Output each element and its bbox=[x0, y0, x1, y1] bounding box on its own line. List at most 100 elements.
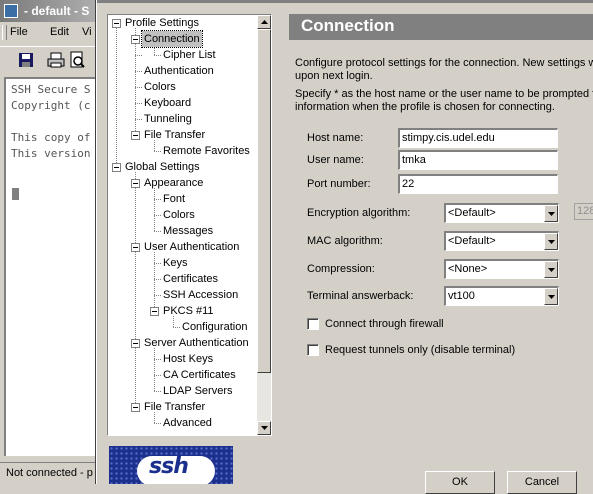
tree-item-configuration[interactable]: Configuration bbox=[180, 319, 249, 335]
save-icon[interactable] bbox=[17, 51, 35, 69]
user-name-input[interactable]: tmka bbox=[398, 150, 558, 170]
checkbox-box[interactable] bbox=[307, 318, 319, 330]
ssh-logo: ssh bbox=[109, 446, 233, 484]
terminal-line: SSH Secure S bbox=[11, 83, 91, 96]
terminal-line: This copy of bbox=[11, 131, 91, 144]
tree-item-ldap-servers[interactable]: LDAP Servers bbox=[161, 383, 235, 399]
terminal-answerback-select[interactable]: vt100 bbox=[444, 286, 559, 306]
status-text: Not connected - p bbox=[6, 467, 93, 479]
tree-collapse-toggle[interactable] bbox=[131, 35, 140, 44]
dropdown-button[interactable] bbox=[544, 288, 558, 305]
page-description: upon next login. bbox=[295, 70, 373, 82]
menu-bar: File Edit Vi bbox=[0, 23, 110, 42]
tree-item-connection[interactable]: Connection bbox=[141, 30, 203, 48]
checkbox-label: Request tunnels only (disable terminal) bbox=[325, 344, 516, 356]
page-description: information when the profile is chosen f… bbox=[295, 101, 555, 113]
menu-edit[interactable]: Edit bbox=[50, 26, 69, 38]
tree-collapse-toggle[interactable] bbox=[131, 403, 140, 412]
tree-collapse-toggle[interactable] bbox=[112, 19, 121, 28]
print-preview-icon[interactable] bbox=[68, 51, 86, 69]
encryption-algorithm-select[interactable]: <Default> bbox=[444, 203, 559, 223]
tree-item-advanced[interactable]: Advanced bbox=[161, 415, 214, 431]
mac-algorithm-value: <Default> bbox=[448, 235, 496, 247]
terminal-area[interactable]: SSH Secure S Copyright (c This copy of T… bbox=[4, 77, 110, 456]
settings-tree[interactable]: Profile Settings Connection Cipher List … bbox=[107, 14, 272, 436]
tree-item-keys[interactable]: Keys bbox=[161, 255, 189, 271]
tree-vertical-scrollbar[interactable] bbox=[257, 15, 271, 435]
tree-item-ca-certificates[interactable]: CA Certificates bbox=[161, 367, 238, 383]
tree-item-tunneling[interactable]: Tunneling bbox=[142, 111, 194, 127]
scroll-thumb[interactable] bbox=[257, 29, 271, 373]
cancel-button[interactable]: Cancel bbox=[507, 471, 577, 494]
checkbox-label: Connect through firewall bbox=[325, 318, 444, 330]
chevron-down-icon bbox=[548, 240, 555, 244]
background-window-titlebar[interactable]: - default - S bbox=[0, 0, 110, 22]
terminal-line: Copyright (c bbox=[11, 99, 91, 112]
dialog-titlebar[interactable] bbox=[97, 0, 593, 3]
tree-item-ssh-accession[interactable]: SSH Accession bbox=[161, 287, 240, 303]
mac-algorithm-select[interactable]: <Default> bbox=[444, 231, 559, 251]
dropdown-button[interactable] bbox=[544, 233, 558, 250]
terminal-answerback-value: vt100 bbox=[448, 290, 475, 302]
tree-item-font[interactable]: Font bbox=[161, 191, 187, 207]
tree-collapse-toggle[interactable] bbox=[112, 163, 121, 172]
tree-item-host-keys[interactable]: Host Keys bbox=[161, 351, 215, 367]
tree-collapse-toggle[interactable] bbox=[131, 131, 140, 140]
menu-view[interactable]: Vi bbox=[82, 26, 92, 38]
terminal-cursor bbox=[12, 188, 19, 200]
dropdown-button[interactable] bbox=[544, 205, 558, 222]
tree-collapse-toggle[interactable] bbox=[131, 243, 140, 252]
menu-file[interactable]: File bbox=[10, 26, 28, 38]
encryption-algorithm-value: <Default> bbox=[448, 207, 496, 219]
compression-label: Compression: bbox=[307, 263, 375, 275]
page-description: Specify * as the host name or the user n… bbox=[295, 88, 593, 100]
scroll-down-button[interactable] bbox=[257, 421, 271, 435]
scroll-up-button[interactable] bbox=[257, 15, 271, 29]
tree-item-keyboard[interactable]: Keyboard bbox=[142, 95, 193, 111]
port-number-input[interactable]: 22 bbox=[398, 174, 558, 194]
tree-collapse-toggle[interactable] bbox=[131, 179, 140, 188]
chevron-down-icon bbox=[548, 212, 555, 216]
tree-item-appearance[interactable]: Appearance bbox=[142, 175, 205, 191]
port-number-label: Port number: bbox=[307, 178, 371, 190]
app-icon bbox=[4, 4, 18, 18]
page-title: Connection bbox=[301, 16, 395, 35]
tree-item-user-authentication[interactable]: User Authentication bbox=[142, 239, 241, 255]
tree-item-profile-settings[interactable]: Profile Settings bbox=[123, 15, 201, 31]
toolbar bbox=[0, 46, 110, 75]
tree-collapse-toggle[interactable] bbox=[150, 307, 159, 316]
checkbox-box[interactable] bbox=[307, 344, 319, 356]
tree-item-file-transfer[interactable]: File Transfer bbox=[142, 399, 207, 415]
page-header: Connection bbox=[289, 14, 593, 40]
tree-item-authentication[interactable]: Authentication bbox=[142, 63, 216, 79]
settings-dialog: Profile Settings Connection Cipher List … bbox=[96, 0, 593, 494]
tree-item-colors[interactable]: Colors bbox=[142, 79, 178, 95]
compression-value: <None> bbox=[448, 263, 488, 275]
tree-item-messages[interactable]: Messages bbox=[161, 223, 215, 239]
chevron-down-icon bbox=[548, 295, 555, 299]
tree-item-file-transfer[interactable]: File Transfer bbox=[142, 127, 207, 143]
logo-text: ssh bbox=[149, 454, 189, 479]
tree-item-colors[interactable]: Colors bbox=[161, 207, 197, 223]
background-ssh-window: - default - S File Edit Vi SSH Secure S … bbox=[0, 0, 110, 484]
dropdown-button[interactable] bbox=[544, 261, 558, 278]
tree-item-cipher-list[interactable]: Cipher List bbox=[161, 47, 218, 63]
tree-item-server-authentication[interactable]: Server Authentication bbox=[142, 335, 251, 351]
status-bar: Not connected - p bbox=[0, 462, 110, 485]
tree-item-pkcs11[interactable]: PKCS #11 bbox=[161, 303, 216, 319]
terminal-line: This version bbox=[11, 147, 91, 160]
tree-item-global-settings[interactable]: Global Settings bbox=[123, 159, 202, 175]
key-length-field: 128 bbox=[574, 203, 593, 220]
tree-collapse-toggle[interactable] bbox=[131, 339, 140, 348]
print-icon[interactable] bbox=[47, 51, 65, 69]
ok-button[interactable]: OK bbox=[425, 471, 495, 494]
tree-item-remote-favorites[interactable]: Remote Favorites bbox=[161, 143, 252, 159]
host-name-input[interactable]: stimpy.cis.udel.edu bbox=[398, 128, 558, 148]
terminal-answerback-label: Terminal answerback: bbox=[307, 290, 414, 302]
compression-select[interactable]: <None> bbox=[444, 259, 559, 279]
chevron-down-icon bbox=[548, 268, 555, 272]
encryption-algorithm-label: Encryption algorithm: bbox=[307, 207, 411, 219]
user-name-label: User name: bbox=[307, 154, 364, 166]
tree-item-certificates[interactable]: Certificates bbox=[161, 271, 220, 287]
menu-grip bbox=[2, 25, 7, 40]
